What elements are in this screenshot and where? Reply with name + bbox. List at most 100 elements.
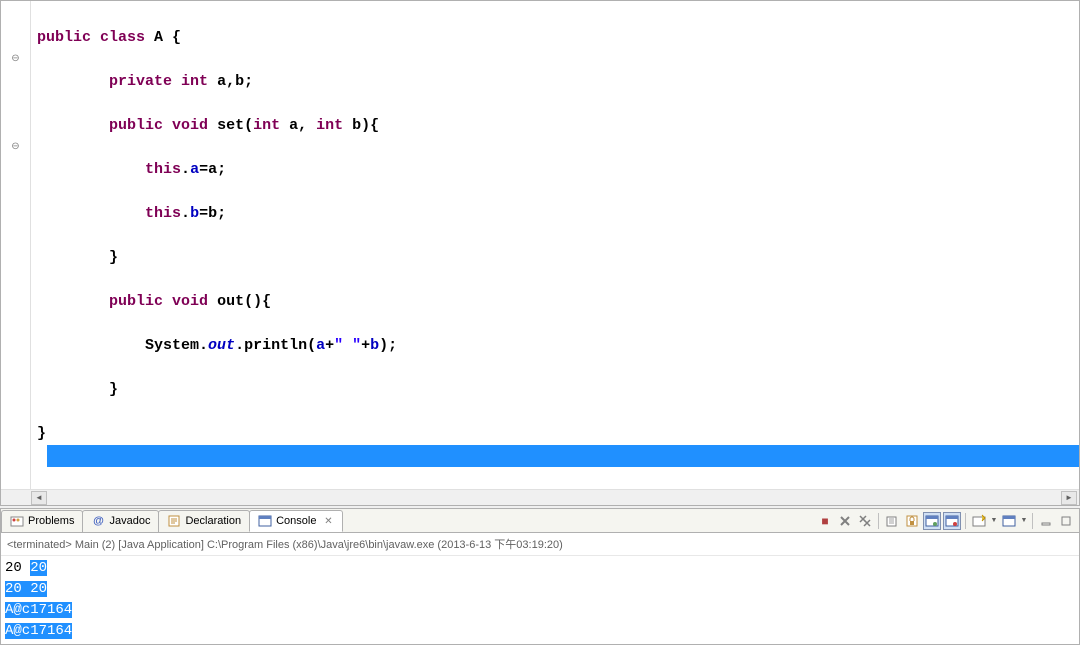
console-toolbar: ■ ▼ <box>816 510 1075 532</box>
field-ref: b <box>370 337 379 354</box>
keyword: void <box>172 117 208 134</box>
maximize-button[interactable] <box>1057 512 1075 530</box>
code-line: private int a,b; <box>37 71 1079 93</box>
display-selected-console-button[interactable] <box>1000 512 1018 530</box>
code-line: public void set(int a, int b){ <box>37 115 1079 137</box>
string-literal: " " <box>334 337 361 354</box>
tab-problems[interactable]: Problems <box>1 510 83 532</box>
show-console-stderr-button[interactable] <box>943 512 961 530</box>
fold-toggle-icon[interactable]: ⊖ <box>1 137 30 159</box>
code-text <box>37 73 109 90</box>
static-ref: out <box>208 337 235 354</box>
tab-label: Console <box>276 515 316 527</box>
javadoc-icon: @ <box>91 514 105 528</box>
code-text: a, <box>280 117 316 134</box>
gutter-line <box>1 93 30 115</box>
declaration-icon <box>167 514 181 528</box>
code-text: System. <box>145 337 208 354</box>
code-line: } <box>37 379 1079 401</box>
editor-gutter[interactable]: ⊖ ⊖ <box>1 1 31 489</box>
keyword: void <box>172 293 208 310</box>
selected-text: 20 <box>30 560 47 576</box>
keyword: int <box>316 117 343 134</box>
keyword: this <box>145 205 181 222</box>
console-output[interactable]: 20 20 20 20 A@c17164 A@c17164 <box>1 556 1079 644</box>
code-editor-pane: ⊖ ⊖ public class A { private int a,b; pu… <box>0 0 1080 506</box>
editor-content: ⊖ ⊖ public class A { private int a,b; pu… <box>1 1 1079 489</box>
keyword: public <box>109 117 163 134</box>
selected-text: 20 20 <box>5 581 47 597</box>
minimize-button[interactable] <box>1037 512 1055 530</box>
code-text: .println( <box>235 337 316 354</box>
selected-text: A@c17164 <box>5 623 72 639</box>
dropdown-icon[interactable]: ▼ <box>1020 517 1028 524</box>
code-text: + <box>325 337 334 354</box>
toolbar-separator <box>1032 513 1033 529</box>
selected-text: A@c17164 <box>5 602 72 618</box>
code-line: } <box>37 247 1079 269</box>
fold-toggle-icon[interactable]: ⊖ <box>1 49 30 71</box>
code-line: this.a=a; <box>37 159 1079 181</box>
show-console-stdout-button[interactable] <box>923 512 941 530</box>
console-icon <box>258 514 272 528</box>
horizontal-scrollbar[interactable]: ◄ ► <box>1 489 1079 505</box>
code-text <box>163 293 172 310</box>
code-text <box>37 161 145 178</box>
code-line: System.out.println(a+" "+b); <box>37 335 1079 357</box>
code-text: } <box>37 425 46 442</box>
code-text: ); <box>379 337 397 354</box>
scroll-lock-button[interactable] <box>903 512 921 530</box>
code-text-area[interactable]: public class A { private int a,b; public… <box>31 1 1079 489</box>
gutter-line <box>1 159 30 181</box>
tab-javadoc[interactable]: @ Javadoc <box>82 510 159 532</box>
code-text: a,b; <box>208 73 253 90</box>
gutter-line <box>1 181 30 203</box>
terminate-button[interactable]: ■ <box>816 512 834 530</box>
field-ref: b <box>190 205 199 222</box>
close-icon[interactable]: ✕ <box>322 515 334 527</box>
console-line: A@c17164 <box>5 621 1075 642</box>
gutter-line <box>1 27 30 49</box>
code-text: =a; <box>199 161 226 178</box>
tab-console[interactable]: Console ✕ <box>249 510 343 532</box>
tab-label: Problems <box>28 515 74 527</box>
open-console-button[interactable] <box>970 512 988 530</box>
code-text <box>37 337 145 354</box>
console-line: A@c17164 <box>5 600 1075 621</box>
tab-label: Javadoc <box>109 515 150 527</box>
keyword: class <box>100 29 145 46</box>
clear-console-button[interactable] <box>883 512 901 530</box>
gutter-line <box>1 71 30 93</box>
tab-declaration[interactable]: Declaration <box>158 510 250 532</box>
console-line: 20 20 <box>5 579 1075 600</box>
code-text <box>91 29 100 46</box>
code-text <box>37 205 145 222</box>
scroll-left-icon[interactable]: ◄ <box>31 491 47 505</box>
toolbar-separator <box>878 513 879 529</box>
code-text: set( <box>208 117 253 134</box>
code-text: out(){ <box>208 293 271 310</box>
keyword: int <box>181 73 208 90</box>
toolbar-separator <box>965 513 966 529</box>
scroll-right-icon[interactable]: ► <box>1061 491 1077 505</box>
code-text: + <box>361 337 370 354</box>
field-ref: a <box>316 337 325 354</box>
bottom-view-pane: Problems @ Javadoc Declaration Console ✕… <box>0 508 1080 645</box>
dropdown-icon[interactable]: ▼ <box>990 517 998 524</box>
selected-code-line: } <box>37 423 1079 445</box>
gutter-line <box>1 5 30 27</box>
code-text: . <box>181 205 190 222</box>
remove-all-button[interactable] <box>856 512 874 530</box>
code-text <box>37 293 109 310</box>
code-text: b){ <box>343 117 379 134</box>
remove-launch-button[interactable] <box>836 512 854 530</box>
keyword: public <box>37 29 91 46</box>
code-text <box>163 117 172 134</box>
code-text <box>172 73 181 90</box>
code-text: } <box>109 249 118 266</box>
code-text: . <box>181 161 190 178</box>
code-text <box>37 249 109 266</box>
code-text: A { <box>145 29 181 46</box>
gutter-line <box>1 115 30 137</box>
keyword: private <box>109 73 172 90</box>
